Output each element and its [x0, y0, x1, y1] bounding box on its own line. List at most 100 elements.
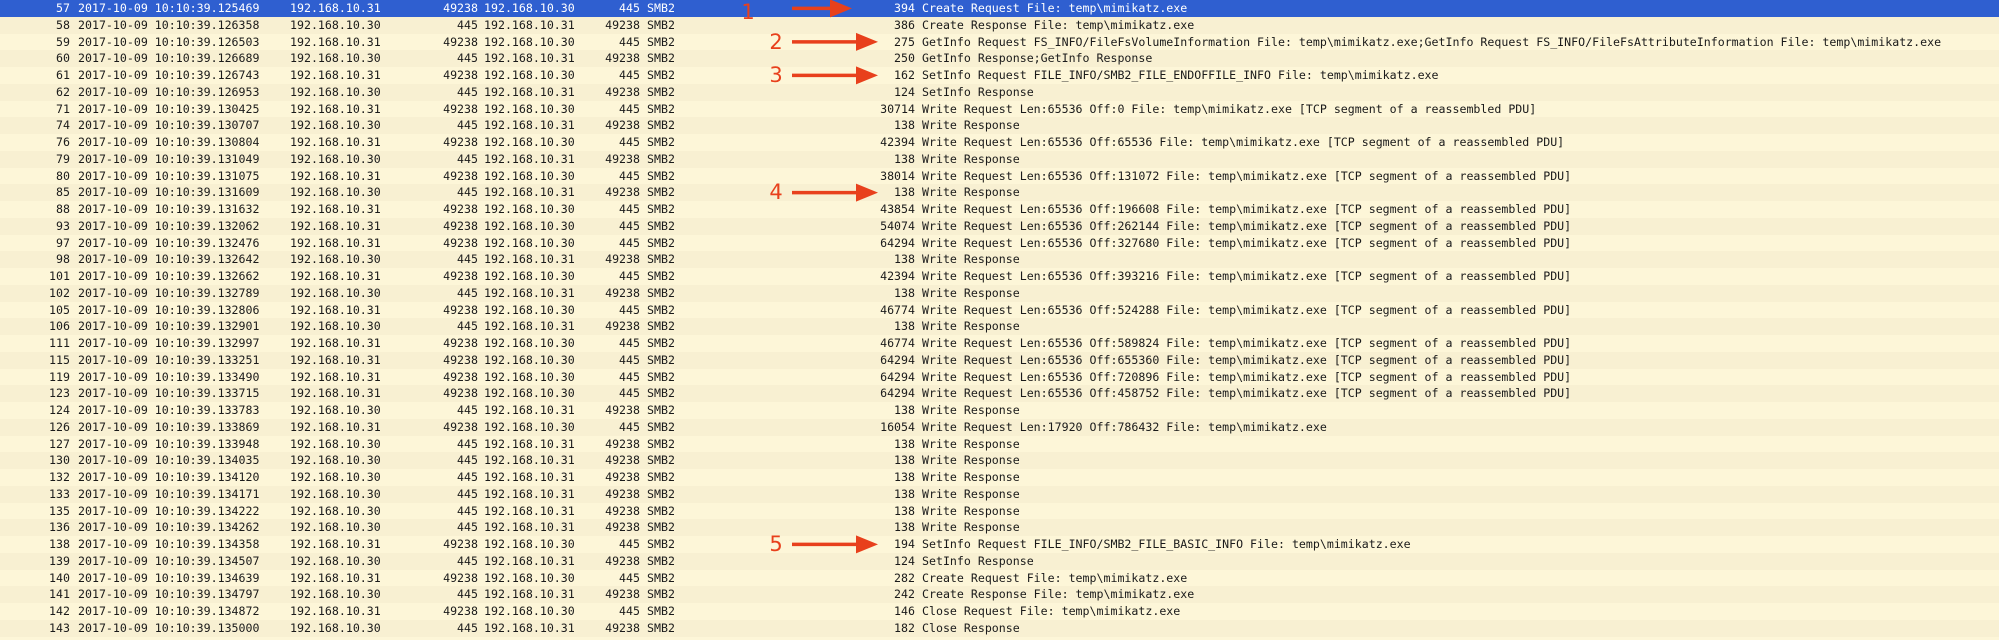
annotation-number: 4	[769, 180, 783, 205]
packet-row[interactable]: 130 2017-10-09 10:10:39.134035 192.168.10.…	[0, 452, 1999, 469]
packet-row[interactable]: 62 2017-10-09 10:10:39.126953 192.168.10.3…	[0, 83, 1999, 101]
packet-length: 54074	[880, 218, 915, 233]
source-address: 192.168.10.30	[290, 587, 381, 602]
packet-row[interactable]: 138 2017-10-09 10:10:39.134358 192.168.10.…	[0, 536, 1999, 553]
source-address: 192.168.10.30	[290, 51, 381, 66]
packet-number: 124	[49, 403, 70, 417]
packet-row[interactable]: 85 2017-10-09 10:10:39.131609 192.168.10.3…	[0, 184, 1999, 201]
packet-row[interactable]: 98 2017-10-09 10:10:39.132642 192.168.10.3…	[0, 251, 1999, 268]
packet-length: 30714	[880, 101, 915, 116]
source-address: 192.168.10.30	[290, 319, 381, 334]
packet-row[interactable]: 142 2017-10-09 10:10:39.134872 192.168.10.…	[0, 603, 1999, 620]
packet-row[interactable]: 60 2017-10-09 10:10:39.126689 192.168.10.3…	[0, 50, 1999, 67]
packet-info: Write Response	[922, 252, 1020, 267]
packet-row[interactable]: 115 2017-10-09 10:10:39.133251 192.168.10.…	[0, 351, 1999, 369]
source-port: 445	[457, 285, 478, 300]
packet-length: 162	[894, 68, 915, 82]
packet-row[interactable]: 132 2017-10-09 10:10:39.134120 192.168.10.…	[0, 469, 1999, 486]
source-port: 445	[457, 252, 478, 267]
packet-number: 143	[49, 620, 70, 635]
protocol: SMB2	[647, 101, 675, 116]
annotation-number: 5	[769, 532, 783, 556]
packet-length: 138	[894, 436, 915, 451]
source-port: 445	[457, 520, 478, 535]
packet-number: 119	[49, 369, 70, 384]
packet-row[interactable]: 97 2017-10-09 10:10:39.132476 192.168.10.3…	[0, 234, 1999, 252]
destination-port: 49238	[605, 587, 640, 602]
packet-info: Write Request Len:17920 Off:786432 File:…	[922, 419, 1327, 434]
packet-row[interactable]: 139 2017-10-09 10:10:39.134507 192.168.10.…	[0, 552, 1999, 570]
packet-row[interactable]: 143 2017-10-09 10:10:39.135000 192.168.10.…	[0, 619, 1999, 637]
protocol: SMB2	[647, 185, 675, 200]
packet-list[interactable]: 57 2017-10-09 10:10:39.125469 192.168.10.3…	[0, 0, 1999, 640]
destination-address: 192.168.10.30	[484, 1, 575, 15]
packet-row[interactable]: 61 2017-10-09 10:10:39.126743 192.168.10.3…	[0, 67, 1999, 84]
destination-port: 445	[619, 168, 640, 183]
packet-time: 2017-10-09 10:10:39.133490	[78, 369, 260, 384]
destination-address: 192.168.10.30	[484, 369, 575, 384]
packet-info: Write Response	[922, 503, 1020, 518]
protocol: SMB2	[647, 604, 675, 618]
packet-row[interactable]: 102 2017-10-09 10:10:39.132789 192.168.10.…	[0, 284, 1999, 302]
protocol: SMB2	[647, 84, 675, 99]
destination-address: 192.168.10.30	[484, 352, 575, 367]
destination-address: 192.168.10.30	[484, 269, 575, 283]
source-port: 49238	[443, 336, 478, 350]
annotation-number: 2	[769, 29, 783, 54]
protocol: SMB2	[647, 352, 675, 367]
packet-row[interactable]: 101 2017-10-09 10:10:39.132662 192.168.10.…	[0, 268, 1999, 285]
source-address: 192.168.10.30	[290, 620, 381, 635]
packet-info: Write Request Len:65536 Off:65536 File: …	[922, 135, 1565, 149]
packet-number: 97	[56, 235, 70, 250]
packet-row[interactable]: 133 2017-10-09 10:10:39.134171 192.168.10.…	[0, 485, 1999, 503]
protocol: SMB2	[647, 419, 675, 434]
packet-row[interactable]: 111 2017-10-09 10:10:39.132997 192.168.10.…	[0, 335, 1999, 352]
packet-time: 2017-10-09 10:10:39.126743	[78, 68, 260, 82]
packet-length: 138	[894, 470, 915, 484]
packet-time: 2017-10-09 10:10:39.132476	[78, 235, 260, 250]
packet-row[interactable]: 136 2017-10-09 10:10:39.134262 192.168.10.…	[0, 519, 1999, 536]
packet-row[interactable]: 74 2017-10-09 10:10:39.130707 192.168.10.3…	[0, 117, 1999, 134]
source-address: 192.168.10.31	[290, 168, 381, 183]
packet-row[interactable]: 124 2017-10-09 10:10:39.133783 192.168.10.…	[0, 402, 1999, 419]
packet-row[interactable]: 140 2017-10-09 10:10:39.134639 192.168.10.…	[0, 569, 1999, 587]
packet-row[interactable]: 126 2017-10-09 10:10:39.133869 192.168.10.…	[0, 418, 1999, 436]
packet-row[interactable]: 58 2017-10-09 10:10:39.126358 192.168.10.3…	[0, 16, 1999, 34]
packet-row[interactable]: 57 2017-10-09 10:10:39.125469 192.168.10.3…	[0, 0, 1999, 17]
packet-info: Write Response	[922, 151, 1020, 166]
packet-row[interactable]: 127 2017-10-09 10:10:39.133948 192.168.10.…	[0, 435, 1999, 453]
packet-row[interactable]: 79 2017-10-09 10:10:39.131049 192.168.10.3…	[0, 150, 1999, 168]
packet-time: 2017-10-09 10:10:39.134507	[78, 553, 260, 568]
destination-address: 192.168.10.31	[484, 17, 575, 32]
packet-row[interactable]: 141 2017-10-09 10:10:39.134797 192.168.10.…	[0, 586, 1999, 603]
source-port: 49238	[443, 34, 478, 49]
packet-number: 98	[56, 252, 70, 267]
packet-time: 2017-10-09 10:10:39.130707	[78, 118, 260, 133]
protocol: SMB2	[647, 486, 675, 501]
packet-row[interactable]: 59 2017-10-09 10:10:39.126503 192.168.10.3…	[0, 33, 1999, 51]
packet-row[interactable]: 123 2017-10-09 10:10:39.133715 192.168.10.…	[0, 385, 1999, 402]
packet-row[interactable]: 105 2017-10-09 10:10:39.132806 192.168.10.…	[0, 301, 1999, 319]
packet-row[interactable]: 88 2017-10-09 10:10:39.131632 192.168.10.3…	[0, 201, 1999, 218]
packet-row[interactable]: 106 2017-10-09 10:10:39.132901 192.168.10.…	[0, 318, 1999, 335]
packet-row[interactable]: 119 2017-10-09 10:10:39.133490 192.168.10.…	[0, 368, 1999, 386]
packet-info: Write Response	[922, 285, 1020, 300]
destination-port: 445	[619, 101, 640, 116]
protocol: SMB2	[647, 269, 675, 283]
source-port: 49238	[443, 269, 478, 283]
packet-row[interactable]: 80 2017-10-09 10:10:39.131075 192.168.10.3…	[0, 167, 1999, 185]
packet-row[interactable]: 76 2017-10-09 10:10:39.130804 192.168.10.3…	[0, 134, 1999, 151]
source-address: 192.168.10.31	[290, 68, 381, 82]
packet-row[interactable]: 93 2017-10-09 10:10:39.132062 192.168.10.3…	[0, 217, 1999, 235]
packet-number: 88	[56, 202, 70, 216]
packet-info: Write Request Len:65536 Off:458752 File:…	[922, 386, 1572, 401]
destination-address: 192.168.10.31	[484, 151, 575, 166]
packet-length: 138	[894, 319, 915, 334]
packet-row[interactable]: 71 2017-10-09 10:10:39.130425 192.168.10.3…	[0, 100, 1999, 118]
packet-row[interactable]: 135 2017-10-09 10:10:39.134222 192.168.10.…	[0, 502, 1999, 520]
source-address: 192.168.10.31	[290, 34, 381, 49]
packet-info: Write Request Len:65536 Off:524288 File:…	[922, 302, 1572, 317]
packet-length: 138	[894, 252, 915, 267]
packet-number: 136	[49, 520, 70, 535]
destination-address: 192.168.10.31	[484, 453, 575, 468]
